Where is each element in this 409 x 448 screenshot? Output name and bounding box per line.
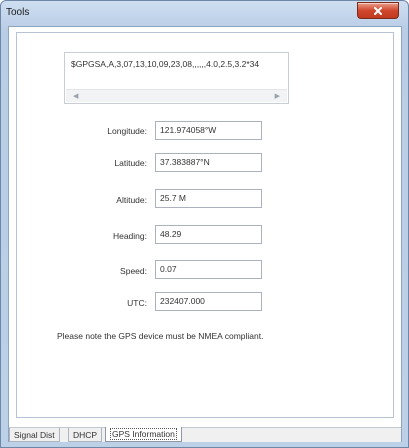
nmea-sentence: $GPGSA,A,3,07,13,10,09,23,08,,,,,,4.0,2.… [71,59,260,69]
speed-label: Speed: [120,266,147,276]
tab-dhcp[interactable]: DHCP [68,428,103,442]
altitude-label: Altitude: [116,195,147,205]
altitude-field[interactable]: 25.7 M [155,189,262,208]
horizontal-scrollbar[interactable]: ◀ ▶ [66,89,287,102]
tab-signal-dist[interactable]: Signal Dist [9,428,60,442]
scroll-right-icon[interactable]: ▶ [275,92,280,101]
utc-label: UTC: [127,298,147,308]
panel-frame: $GPGSA,A,3,07,13,10,09,23,08,,,,,,4.0,2.… [16,32,394,418]
window-title: Tools [6,7,30,18]
close-icon [374,6,382,15]
speed-field[interactable]: 0.07 [155,260,262,279]
tab-gps-information[interactable]: GPS Information [105,427,182,442]
latitude-field[interactable]: 37.383887°N [155,153,262,172]
close-button[interactable] [357,2,399,19]
tools-window: Tools $GPGSA,A,3,07,13,10,09,23,08,,,,,,… [0,0,409,448]
title-bar[interactable]: Tools [1,1,408,27]
nmea-sentence-box[interactable]: $GPGSA,A,3,07,13,10,09,23,08,,,,,,4.0,2.… [64,52,289,104]
nmea-compliance-note: Please note the GPS device must be NMEA … [57,331,264,341]
latitude-label: Latitude: [114,158,147,168]
tab-label: DHCP [73,430,98,440]
heading-field[interactable]: 48.29 [155,225,262,244]
utc-field[interactable]: 232407.000 [155,292,262,311]
gps-information-panel: $GPGSA,A,3,07,13,10,09,23,08,,,,,,4.0,2.… [9,27,401,426]
longitude-field[interactable]: 121.974058°W [155,121,262,140]
client-area: $GPGSA,A,3,07,13,10,09,23,08,,,,,,4.0,2.… [8,26,402,442]
longitude-label: Longitude: [107,126,147,136]
scroll-left-icon[interactable]: ◀ [73,92,78,101]
tab-label: GPS Information [110,428,177,440]
heading-label: Heading: [112,231,147,241]
tab-strip: Signal Dist DHCP GPS Information [9,427,401,442]
tab-label: Signal Dist [14,430,55,440]
